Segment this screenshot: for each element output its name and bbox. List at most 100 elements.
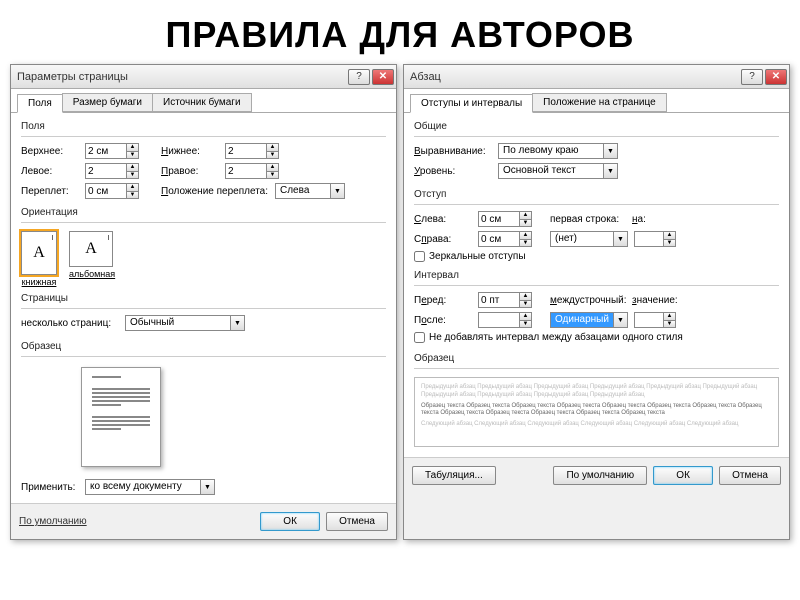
cancel-button[interactable]: Отмена <box>719 466 781 485</box>
ok-button[interactable]: ОК <box>653 466 713 485</box>
cancel-button[interactable]: Отмена <box>326 512 388 531</box>
ok-button[interactable]: ОК <box>260 512 320 531</box>
default-button[interactable]: По умолчанию <box>553 466 647 485</box>
spin-up-icon[interactable]: ▲ <box>519 313 531 321</box>
first-line-combo[interactable]: (нет)▼ <box>550 231 628 247</box>
chevron-down-icon[interactable]: ▼ <box>603 164 617 178</box>
paragraph-title: Абзац <box>410 71 739 83</box>
right-margin-input[interactable]: ▲▼ <box>225 163 279 179</box>
tab-paper-size[interactable]: Размер бумаги <box>62 93 153 112</box>
spin-down-icon[interactable]: ▼ <box>126 152 138 159</box>
no-space-same-style-label: Не добавлять интервал между абзацами одн… <box>429 332 683 343</box>
tabs-button[interactable]: Табуляция... <box>412 466 496 485</box>
top-margin-input[interactable]: ▲▼ <box>85 143 139 159</box>
left-margin-label: Левое: <box>21 166 81 177</box>
outline-level-combo[interactable]: Основной текст▼ <box>498 163 618 179</box>
fields-group-label: Поля <box>21 119 386 134</box>
line-spacing-value-input[interactable]: ▲▼ <box>634 312 676 328</box>
help-button[interactable]: ? <box>741 69 763 85</box>
spin-down-icon[interactable]: ▼ <box>519 240 531 247</box>
page-preview <box>81 367 161 467</box>
tab-indents-spacing[interactable]: Отступы и интервалы <box>410 94 533 113</box>
gutter-pos-combo[interactable]: Слева▼ <box>275 183 345 199</box>
page-heading: ПРАВИЛА ДЛЯ АВТОРОВ <box>0 0 800 64</box>
indent-left-input[interactable]: ▲▼ <box>478 211 532 227</box>
right-margin-label: Правое: <box>161 166 221 177</box>
indent-right-label: Справа: <box>414 234 474 245</box>
spin-down-icon[interactable]: ▼ <box>266 152 278 159</box>
indent-left-label: Слева: <box>414 214 474 225</box>
spin-down-icon[interactable]: ▼ <box>663 321 675 328</box>
pages-group-label: Страницы <box>21 291 386 306</box>
left-margin-input[interactable]: ▲▼ <box>85 163 139 179</box>
orientation-portrait[interactable]: A книжная <box>21 231 57 287</box>
spin-down-icon[interactable]: ▼ <box>519 321 531 328</box>
mirror-indents-label: Зеркальные отступы <box>429 251 526 262</box>
bottom-margin-label: Нижнее: <box>161 146 221 157</box>
alignment-combo[interactable]: По левому краю▼ <box>498 143 618 159</box>
spin-up-icon[interactable]: ▲ <box>519 212 531 220</box>
chevron-down-icon[interactable]: ▼ <box>613 232 627 246</box>
tab-paper-source[interactable]: Источник бумаги <box>152 93 252 112</box>
indent-right-input[interactable]: ▲▼ <box>478 231 532 247</box>
chevron-down-icon[interactable]: ▼ <box>613 313 627 327</box>
spin-up-icon[interactable]: ▲ <box>519 293 531 301</box>
no-space-same-style-checkbox[interactable] <box>414 332 425 343</box>
spin-up-icon[interactable]: ▲ <box>663 232 675 240</box>
default-button[interactable]: По умолчанию <box>19 516 87 527</box>
paragraph-dialog: Абзац ? ✕ Отступы и интервалы Положение … <box>403 64 790 540</box>
gutter-input[interactable]: ▲▼ <box>85 183 139 199</box>
paragraph-titlebar: Абзац ? ✕ <box>404 65 789 89</box>
spin-up-icon[interactable]: ▲ <box>266 144 278 152</box>
multi-pages-combo[interactable]: Обычный▼ <box>125 315 245 331</box>
general-group-label: Общие <box>414 119 779 134</box>
spin-down-icon[interactable]: ▼ <box>126 192 138 199</box>
spin-up-icon[interactable]: ▲ <box>126 144 138 152</box>
spin-down-icon[interactable]: ▼ <box>266 172 278 179</box>
chevron-down-icon[interactable]: ▼ <box>230 316 244 330</box>
top-margin-label: Верхнее: <box>21 146 81 157</box>
by-label: на: <box>632 214 656 225</box>
close-button[interactable]: ✕ <box>372 69 394 85</box>
spin-up-icon[interactable]: ▲ <box>663 313 675 321</box>
tab-fields[interactable]: Поля <box>17 94 63 113</box>
spin-up-icon[interactable]: ▲ <box>126 184 138 192</box>
chevron-down-icon[interactable]: ▼ <box>200 480 214 494</box>
space-before-input[interactable]: ▲▼ <box>478 292 532 308</box>
spin-up-icon[interactable]: ▲ <box>266 164 278 172</box>
sample-label: Образец <box>21 339 386 354</box>
spin-down-icon[interactable]: ▼ <box>519 301 531 308</box>
help-button[interactable]: ? <box>348 69 370 85</box>
chevron-down-icon[interactable]: ▼ <box>603 144 617 158</box>
spin-up-icon[interactable]: ▲ <box>519 232 531 240</box>
alignment-label: Выравнивание: <box>414 146 494 157</box>
space-before-label: Перед: <box>414 295 474 306</box>
chevron-down-icon[interactable]: ▼ <box>330 184 344 198</box>
gutter-pos-label: Положение переплета: <box>161 186 271 197</box>
mirror-indents-checkbox[interactable] <box>414 251 425 262</box>
close-button[interactable]: ✕ <box>765 69 787 85</box>
spin-down-icon[interactable]: ▼ <box>126 172 138 179</box>
page-setup-titlebar: Параметры страницы ? ✕ <box>11 65 396 89</box>
apply-to-combo[interactable]: ко всему документу▼ <box>85 479 215 495</box>
paragraph-tabs: Отступы и интервалы Положение на страниц… <box>404 89 789 113</box>
spin-up-icon[interactable]: ▲ <box>126 164 138 172</box>
orientation-landscape[interactable]: A альбомная <box>69 231 115 287</box>
first-line-by-input[interactable]: ▲▼ <box>634 231 676 247</box>
page-setup-tabs: Поля Размер бумаги Источник бумаги <box>11 89 396 113</box>
paragraph-sample-label: Образец <box>414 351 779 366</box>
page-setup-title: Параметры страницы <box>17 71 346 83</box>
space-after-input[interactable]: ▲▼ <box>478 312 532 328</box>
first-line-label: первая строка: <box>550 214 628 225</box>
line-spacing-combo[interactable]: Одинарный▼ <box>550 312 628 328</box>
paragraph-preview: Предыдущий абзац Предыдущий абзац Предыд… <box>414 377 779 447</box>
page-setup-dialog: Параметры страницы ? ✕ Поля Размер бумаг… <box>10 64 397 540</box>
space-after-label: После: <box>414 315 474 326</box>
spacing-group-label: Интервал <box>414 268 779 283</box>
bottom-margin-input[interactable]: ▲▼ <box>225 143 279 159</box>
spin-down-icon[interactable]: ▼ <box>519 220 531 227</box>
spin-down-icon[interactable]: ▼ <box>663 240 675 247</box>
tab-page-position[interactable]: Положение на странице <box>532 93 666 112</box>
outline-level-label: Уровень: <box>414 166 494 177</box>
multi-pages-label: несколько страниц: <box>21 318 121 329</box>
